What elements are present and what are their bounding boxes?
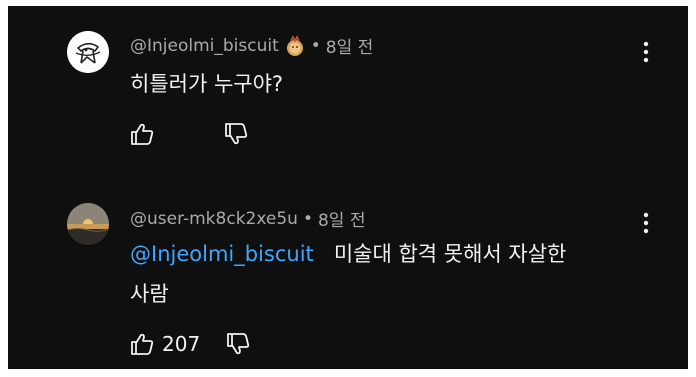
comment-text: 히틀러가 누구야? <box>130 72 284 96</box>
comment-time[interactable]: 8일 전 <box>326 33 374 58</box>
dislike-button[interactable] <box>222 120 250 148</box>
more-options-icon[interactable] <box>638 39 654 65</box>
comment-actions <box>128 119 250 149</box>
comment-meta: @user-mk8ck2xe5u • 8일 전 <box>130 206 366 232</box>
more-options-icon[interactable] <box>638 210 654 236</box>
meta-separator: • <box>302 208 313 229</box>
like-button[interactable] <box>128 120 156 148</box>
comment-text: @Injeolmi_biscuit 미술대 합격 못해서 자살한 사람 <box>130 234 650 314</box>
thumbs-down-icon <box>225 123 248 145</box>
author-handle[interactable]: @Injeolmi_biscuit <box>130 36 279 56</box>
doodle-avatar-icon <box>67 31 109 73</box>
avatar[interactable] <box>67 31 109 73</box>
thumbs-down-icon <box>227 333 250 355</box>
comment-text-line1: 미술대 합격 못해서 자살한 <box>333 242 567 266</box>
thumbs-up-icon <box>131 123 154 145</box>
comment-text-line2: 사람 <box>130 282 169 306</box>
avatar[interactable] <box>67 203 109 245</box>
like-button[interactable] <box>128 330 156 358</box>
comment-time[interactable]: 8일 전 <box>318 206 366 231</box>
comment-actions: 207 <box>128 329 252 359</box>
dislike-button[interactable] <box>224 330 252 358</box>
mention-link[interactable]: @Injeolmi_biscuit <box>130 242 314 266</box>
sunset-avatar-icon <box>67 203 109 245</box>
comment-meta: @Injeolmi_biscuit • 8일 전 <box>130 33 373 58</box>
like-count: 207 <box>162 332 201 356</box>
meta-separator: • <box>310 35 321 56</box>
comment: @Injeolmi_biscuit • 8일 전 히틀러가 누구야? <box>8 6 688 191</box>
comment: @user-mk8ck2xe5u • 8일 전 @Injeolmi_biscui… <box>8 191 688 369</box>
comments-panel: @Injeolmi_biscuit • 8일 전 히틀러가 누구야? @user… <box>8 6 688 369</box>
thumbs-up-icon <box>131 333 154 355</box>
author-handle[interactable]: @user-mk8ck2xe5u <box>130 209 298 229</box>
cookie-icon <box>284 34 306 57</box>
